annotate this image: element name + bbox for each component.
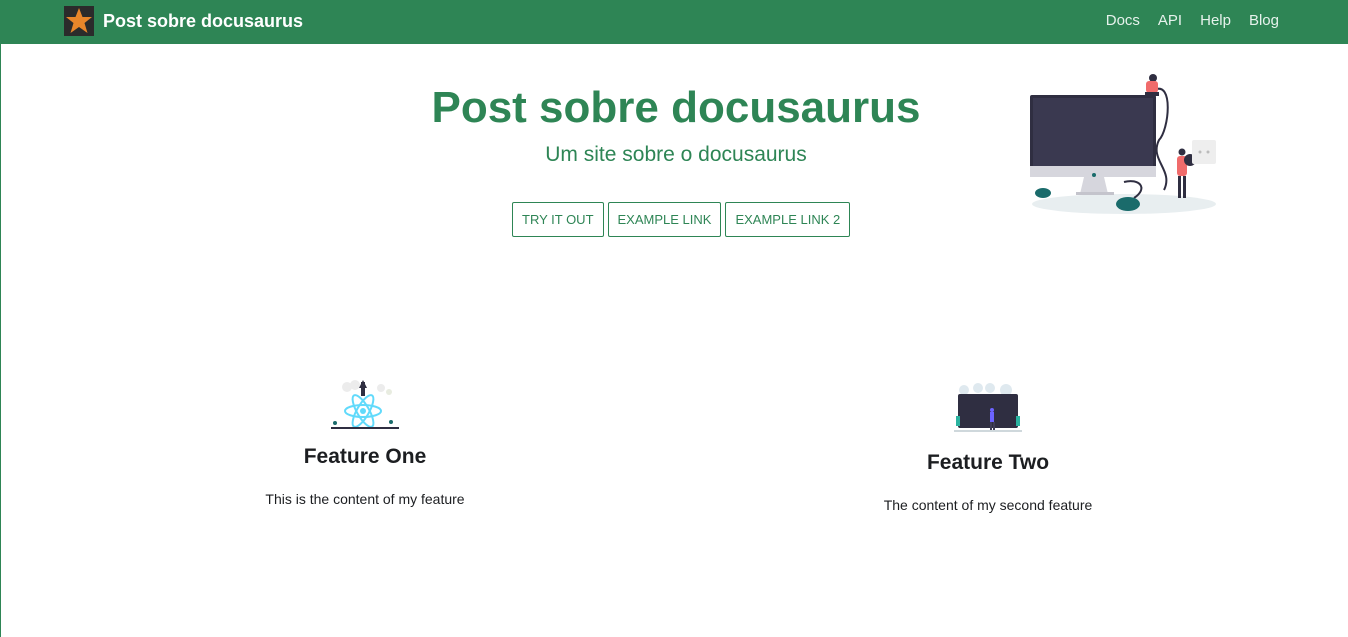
computer-cleaning-illustration: [1030, 74, 1216, 214]
nav-link-blog[interactable]: Blog: [1249, 12, 1279, 29]
feature-one-title: Feature One: [303, 445, 427, 468]
try-it-out-button[interactable]: TRY IT OUT: [512, 202, 604, 237]
feature-two: Feature Two The content of my second fea…: [838, 380, 1138, 514]
feature-one: Feature One This is the content of my fe…: [215, 378, 515, 508]
nav-links: Docs API Help Blog: [1088, 0, 1279, 40]
nav-link-help[interactable]: Help: [1200, 12, 1231, 29]
feature-one-text: This is the content of my feature: [265, 491, 465, 507]
react-atom-illustration: [331, 380, 399, 429]
example-link-2-button[interactable]: EXAMPLE LINK 2: [725, 202, 851, 237]
dark-screen-person-illustration: [954, 383, 1022, 432]
nav-link-docs[interactable]: Docs: [1106, 12, 1140, 29]
feature-two-text: The content of my second feature: [883, 497, 1093, 513]
page: Post sobre docusaurus Docs API Help Blog…: [0, 0, 1348, 637]
hero-buttons: TRY IT OUT EXAMPLE LINK EXAMPLE LINK 2: [512, 202, 854, 237]
example-link-button[interactable]: EXAMPLE LINK: [607, 202, 722, 237]
star-icon: [64, 6, 94, 36]
brand-title: Post sobre docusaurus: [103, 10, 304, 31]
top-navbar: Post sobre docusaurus Docs API Help Blog: [1, 0, 1348, 44]
brand-link[interactable]: Post sobre docusaurus: [64, 6, 303, 36]
feature-two-title: Feature Two: [926, 451, 1050, 474]
nav-link-api[interactable]: API: [1158, 12, 1182, 29]
